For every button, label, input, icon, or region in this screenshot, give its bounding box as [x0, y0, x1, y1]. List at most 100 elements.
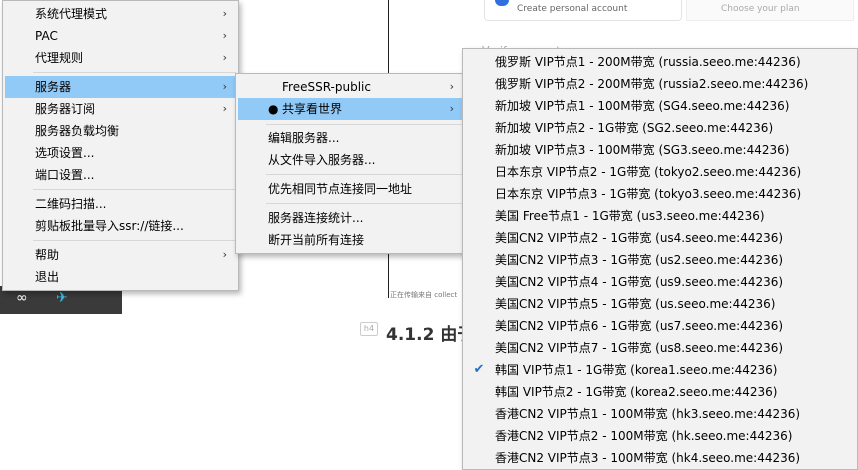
node-item[interactable]: 美国 Free节点1 - 1G带宽 (us3.seeo.me:44236): [465, 205, 855, 227]
node-item[interactable]: 俄罗斯 VIP节点2 - 200M带宽 (russia2.seeo.me:442…: [465, 73, 855, 95]
chevron-right-icon: ›: [222, 7, 227, 20]
image-credit: 正在传输来自 collect: [390, 291, 458, 299]
node-item-label: 俄罗斯 VIP节点1 - 200M带宽 (russia.seeo.me:4423…: [495, 55, 801, 69]
create-account-card: Create personal account: [484, 0, 682, 21]
chevron-right-icon: ›: [449, 102, 454, 115]
menu-item-load-balancing[interactable]: 服务器负载均衡: [5, 120, 236, 142]
node-item[interactable]: 香港CN2 VIP节点3 - 100M带宽 (hk4.seeo.me:44236…: [465, 447, 855, 469]
submenu-item-label: 优先相同节点连接同一地址: [268, 182, 413, 196]
menu-separator: [33, 72, 236, 73]
submenu-item-disconnect-all[interactable]: 断开当前所有连接: [238, 229, 463, 251]
node-item[interactable]: 新加坡 VIP节点1 - 100M带宽 (SG4.seeo.me:44236): [465, 95, 855, 117]
menu-item-help[interactable]: 帮助 ›: [5, 244, 236, 266]
servers-submenu: FreeSSR-public › ● 共享看世界 › 编辑服务器... 从文件导…: [235, 73, 466, 254]
menu-item-label: 剪贴板批量导入ssr://链接...: [35, 219, 184, 233]
node-item-label: 韩国 VIP节点2 - 1G带宽 (korea2.seeo.me:44236): [495, 385, 778, 399]
node-item[interactable]: 美国CN2 VIP节点4 - 1G带宽 (us9.seeo.me:44236): [465, 271, 855, 293]
menu-item-label: PAC: [35, 29, 58, 43]
submenu-item-edit-servers[interactable]: 编辑服务器...: [238, 127, 463, 149]
node-item[interactable]: 香港CN2 VIP节点1 - 100M带宽 (hk3.seeo.me:44236…: [465, 403, 855, 425]
node-item[interactable]: 俄罗斯 VIP节点1 - 200M带宽 (russia.seeo.me:4423…: [465, 51, 855, 73]
create-account-label: Create personal account: [517, 4, 628, 14]
node-item-label: 美国CN2 VIP节点7 - 1G带宽 (us8.seeo.me:44236): [495, 341, 784, 355]
menu-separator: [33, 240, 236, 241]
menu-item-proxy-rules[interactable]: 代理规则 ›: [5, 47, 236, 69]
submenu-item-same-node-priority[interactable]: 优先相同节点连接同一地址: [238, 178, 463, 200]
menu-item-label: 帮助: [35, 248, 60, 262]
submenu-item-label: 共享看世界: [282, 102, 343, 116]
choose-plan-card: Choose your plan: [686, 0, 854, 21]
menu-item-exit[interactable]: 退出: [5, 266, 236, 288]
chevron-right-icon: ›: [222, 248, 227, 261]
menu-item-port-settings[interactable]: 端口设置...: [5, 164, 236, 186]
chevron-right-icon: ›: [222, 102, 227, 115]
node-item[interactable]: 香港CN2 VIP节点2 - 100M带宽 (hk.seeo.me:44236): [465, 425, 855, 447]
node-item[interactable]: 新加坡 VIP节点2 - 1G带宽 (SG2.seeo.me:44236): [465, 117, 855, 139]
menu-separator: [33, 189, 236, 190]
menu-item-clipboard-import[interactable]: 剪贴板批量导入ssr://链接...: [5, 215, 236, 237]
node-item-label: 香港CN2 VIP节点3 - 100M带宽 (hk4.seeo.me:44236…: [495, 451, 801, 465]
node-item-label: 香港CN2 VIP节点2 - 100M带宽 (hk.seeo.me:44236): [495, 429, 793, 443]
link-icon[interactable]: ∞: [16, 290, 28, 306]
menu-item-pac[interactable]: PAC ›: [5, 25, 236, 47]
node-item-label: 新加坡 VIP节点1 - 100M带宽 (SG4.seeo.me:44236): [495, 99, 790, 113]
node-item[interactable]: 日本东京 VIP节点3 - 1G带宽 (tokyo3.seeo.me:44236…: [465, 183, 855, 205]
tray-context-menu: 系统代理模式 › PAC › 代理规则 › 服务器 › 服务器订阅 › 服务器负…: [2, 0, 239, 291]
node-item-label: 美国CN2 VIP节点3 - 1G带宽 (us2.seeo.me:44236): [495, 253, 784, 267]
chevron-right-icon: ›: [222, 29, 227, 42]
node-item-selected[interactable]: ✔ 韩国 VIP节点1 - 1G带宽 (korea1.seeo.me:44236…: [465, 359, 855, 381]
node-item[interactable]: 美国CN2 VIP节点5 - 1G带宽 (us.seeo.me:44236): [465, 293, 855, 315]
node-item-label: 新加坡 VIP节点2 - 1G带宽 (SG2.seeo.me:44236): [495, 121, 774, 135]
menu-item-label: 选项设置...: [35, 146, 95, 160]
menu-separator: [266, 174, 463, 175]
submenu-item-connection-stats[interactable]: 服务器连接统计...: [238, 207, 463, 229]
node-item[interactable]: 韩国 VIP节点2 - 1G带宽 (korea2.seeo.me:44236): [465, 381, 855, 403]
node-item[interactable]: 日本东京 VIP节点2 - 1G带宽 (tokyo2.seeo.me:44236…: [465, 161, 855, 183]
menu-separator: [266, 203, 463, 204]
node-item-label: 美国CN2 VIP节点5 - 1G带宽 (us.seeo.me:44236): [495, 297, 776, 311]
node-item[interactable]: 美国CN2 VIP节点2 - 1G带宽 (us4.seeo.me:44236): [465, 227, 855, 249]
submenu-item-label: 服务器连接统计...: [268, 211, 364, 225]
radio-bullet-icon: ●: [268, 102, 279, 116]
menu-item-options[interactable]: 选项设置...: [5, 142, 236, 164]
paper-plane-icon[interactable]: ✈: [56, 290, 68, 306]
chevron-right-icon: ›: [449, 80, 454, 93]
menu-item-label: 服务器订阅: [35, 102, 96, 116]
submenu-item-share-world[interactable]: ● 共享看世界 ›: [238, 98, 463, 120]
menu-item-system-proxy-mode[interactable]: 系统代理模式 ›: [5, 3, 236, 25]
menu-item-label: 服务器: [35, 80, 72, 94]
menu-item-servers[interactable]: 服务器 ›: [5, 76, 236, 98]
menu-item-label: 服务器负载均衡: [35, 124, 120, 138]
choose-plan-label: Choose your plan: [721, 4, 800, 14]
menu-item-label: 代理规则: [35, 51, 84, 65]
node-item-label: 日本东京 VIP节点2 - 1G带宽 (tokyo2.seeo.me:44236…: [495, 165, 802, 179]
heading-level-tag: h4: [360, 322, 378, 336]
menu-item-label: 系统代理模式: [35, 7, 108, 21]
submenu-item-label: 从文件导入服务器...: [268, 153, 376, 167]
node-item[interactable]: 美国CN2 VIP节点6 - 1G带宽 (us7.seeo.me:44236): [465, 315, 855, 337]
menu-item-label: 退出: [35, 270, 60, 284]
node-item[interactable]: 新加坡 VIP节点3 - 100M带宽 (SG3.seeo.me:44236): [465, 139, 855, 161]
submenu-item-freessr-public[interactable]: FreeSSR-public ›: [238, 76, 463, 98]
node-item[interactable]: 美国CN2 VIP节点7 - 1G带宽 (us8.seeo.me:44236): [465, 337, 855, 359]
chevron-right-icon: ›: [222, 51, 227, 64]
menu-separator: [266, 124, 463, 125]
node-item-label: 美国CN2 VIP节点2 - 1G带宽 (us4.seeo.me:44236): [495, 231, 784, 245]
chevron-right-icon: ›: [222, 80, 227, 93]
node-item[interactable]: 美国CN2 VIP节点3 - 1G带宽 (us2.seeo.me:44236): [465, 249, 855, 271]
node-item-label: 美国 Free节点1 - 1G带宽 (us3.seeo.me:44236): [495, 209, 765, 223]
menu-item-server-subscription[interactable]: 服务器订阅 ›: [5, 98, 236, 120]
menu-item-label: 二维码扫描...: [35, 197, 107, 211]
node-item-label: 俄罗斯 VIP节点2 - 200M带宽 (russia2.seeo.me:442…: [495, 77, 809, 91]
submenu-item-import-from-file[interactable]: 从文件导入服务器...: [238, 149, 463, 171]
submenu-item-label: 编辑服务器...: [268, 131, 340, 145]
node-item-label: 日本东京 VIP节点3 - 1G带宽 (tokyo3.seeo.me:44236…: [495, 187, 802, 201]
menu-item-qrcode-scan[interactable]: 二维码扫描...: [5, 193, 236, 215]
node-item-label: 美国CN2 VIP节点6 - 1G带宽 (us7.seeo.me:44236): [495, 319, 784, 333]
node-item-label: 香港CN2 VIP节点1 - 100M带宽 (hk3.seeo.me:44236…: [495, 407, 801, 421]
submenu-item-label: FreeSSR-public: [282, 80, 371, 94]
node-item-label: 韩国 VIP节点1 - 1G带宽 (korea1.seeo.me:44236): [495, 363, 778, 377]
checkmark-icon: ✔: [473, 362, 485, 377]
step-dot-icon: [495, 0, 509, 6]
menu-item-label: 端口设置...: [35, 168, 95, 182]
